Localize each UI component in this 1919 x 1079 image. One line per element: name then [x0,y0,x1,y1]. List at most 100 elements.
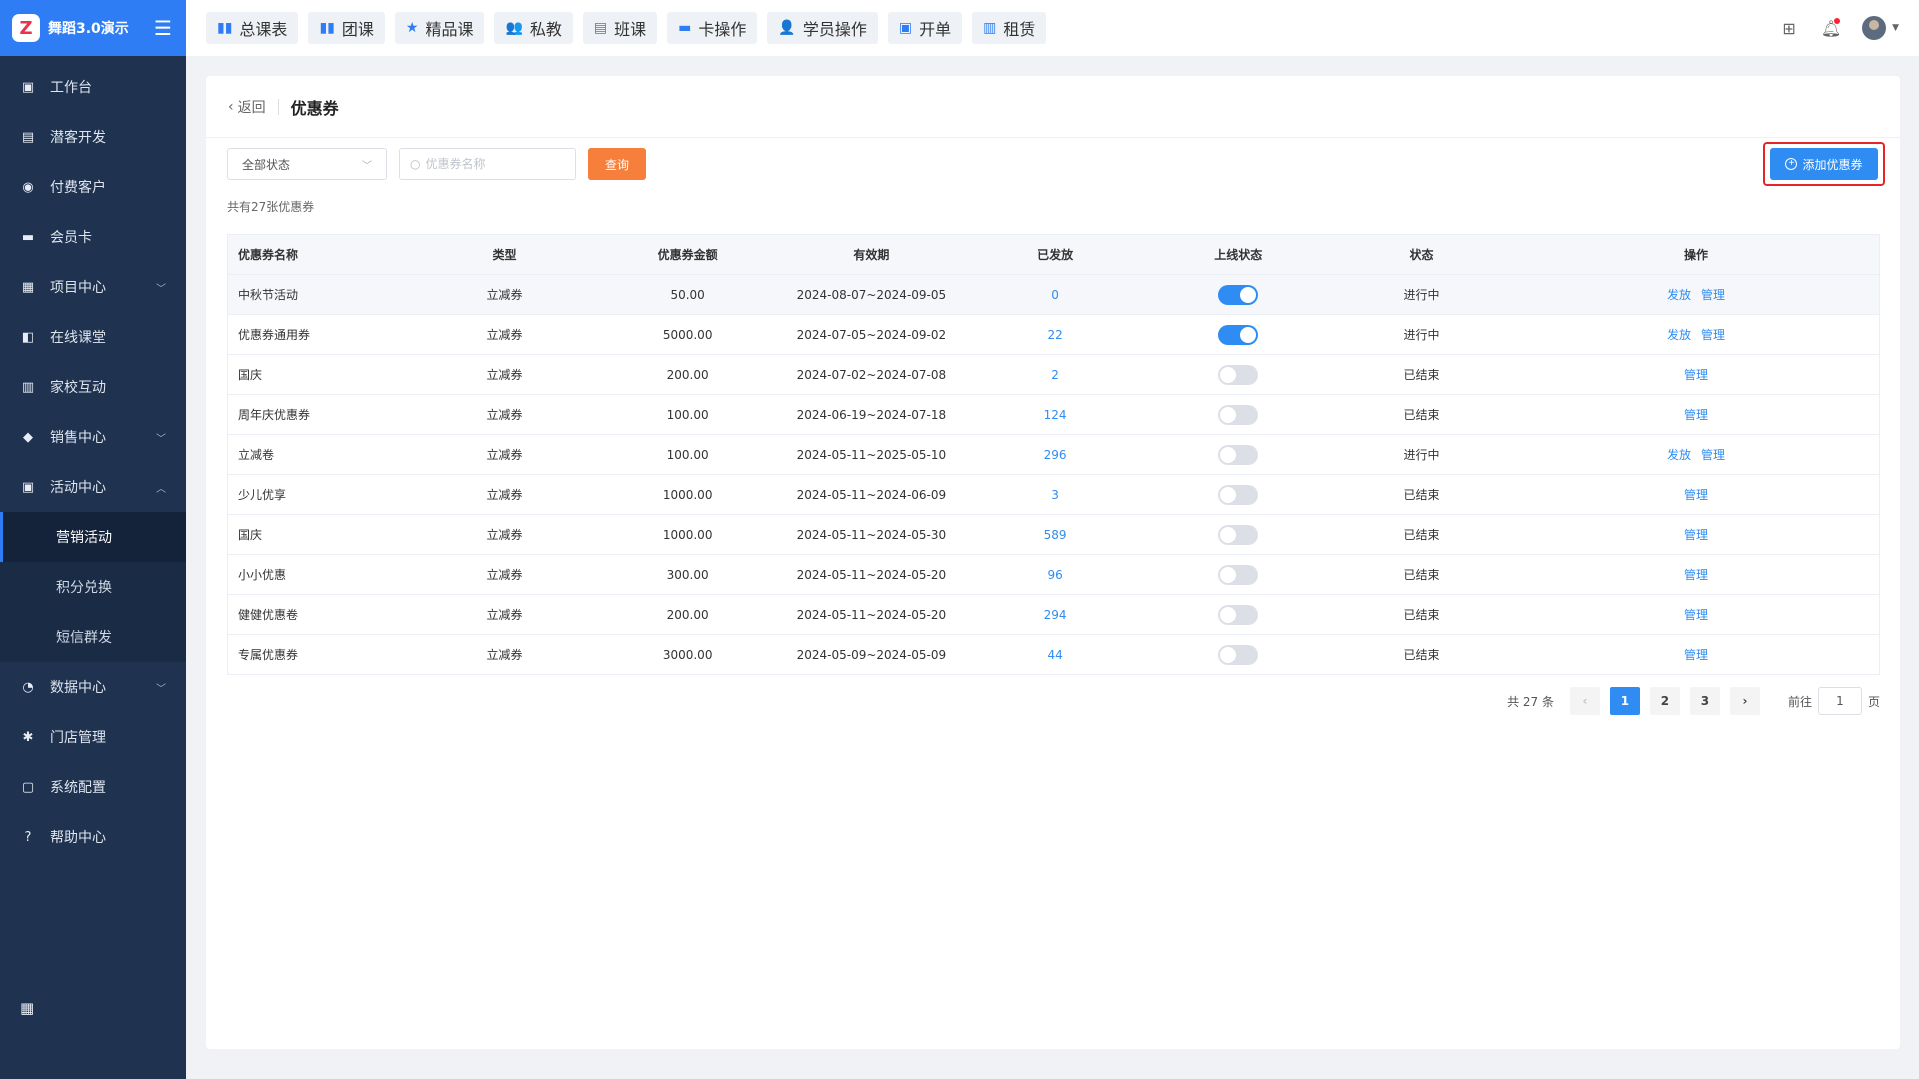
tab-0[interactable]: ▮▮ 总课表 [206,12,299,44]
topbar-actions: ⊞ 🔔︎ ▼ [1758,0,1899,56]
coupon-name-cell: 立减卷 [227,434,413,475]
page-button-1[interactable]: 1 [1609,687,1640,715]
tab-6[interactable]: 👤 学员操作 [767,12,878,44]
ops-cell: 管理 [1513,514,1880,555]
online-toggle[interactable] [1218,564,1259,585]
issue-link[interactable]: 发放 [1667,448,1691,462]
issued-count-link[interactable]: 294 [1044,608,1067,622]
coupon-type-cell: 立减券 [412,474,597,515]
pagination-total: 共 27 条 [1507,694,1554,709]
issue-link[interactable]: 发放 [1667,288,1691,302]
sidebar-subitem-2[interactable]: 短信群发 [0,612,186,662]
issued-cell: 124 [963,394,1147,435]
sidebar-icon: ◧ [21,329,35,345]
bell-icon[interactable]: 🔔︎ [1820,17,1842,39]
issued-count-link[interactable]: 22 [1047,328,1062,342]
app-title: 舞蹈3.0演示 [48,21,129,37]
page-button-2[interactable]: 2 [1649,687,1680,715]
sidebar-icon: ▣ [21,479,35,495]
sidebar-item-5[interactable]: ◧ 在线课堂 [0,312,186,362]
online-toggle[interactable] [1218,524,1259,545]
page-button-3[interactable]: 3 [1689,687,1720,715]
sidebar-item-after-3[interactable]: ? 帮助中心 [0,812,186,862]
query-button[interactable]: 查询 [588,148,646,180]
sidebar-item-3[interactable]: ▬ 会员卡 [0,212,186,262]
issued-count-link[interactable]: 44 [1047,648,1062,662]
status-select[interactable]: 全部状态 ﹀ [227,148,387,180]
sidebar-item-after-0[interactable]: ◔ 数据中心 ﹀ [0,662,186,712]
sidebar-item-4[interactable]: ▦ 项目中心 ﹀ [0,262,186,312]
sidebar-item-6[interactable]: ▥ 家校互动 [0,362,186,412]
issued-count-link[interactable]: 2 [1051,368,1059,382]
tab-8[interactable]: ▥ 租赁 [972,12,1047,44]
sidebar-item-2[interactable]: ◉ 付费客户 [0,162,186,212]
sidebar-subitem-0[interactable]: 营销活动 [0,512,186,562]
ops-cell: 管理 [1513,554,1880,595]
prev-page-button[interactable]: ‹ [1569,687,1600,715]
manage-link[interactable]: 管理 [1684,488,1708,502]
online-toggle[interactable] [1218,644,1259,665]
logo-bar: Z 舞蹈3.0演示 ☰ [0,0,186,56]
search-icon: ○ [410,157,421,171]
issued-count-link[interactable]: 124 [1044,408,1067,422]
tab-5[interactable]: ▬ 卡操作 [667,12,758,44]
status-cell: 进行中 [1329,314,1514,355]
online-toggle[interactable] [1218,604,1259,625]
issued-count-link[interactable]: 589 [1044,528,1067,542]
online-toggle[interactable] [1218,284,1259,305]
sidebar-item-after-2[interactable]: ▢ 系统配置 [0,762,186,812]
sidebar-subitem-1[interactable]: 积分兑换 [0,562,186,612]
apps-grid-icon[interactable]: ▦ [20,999,34,1017]
manage-link[interactable]: 管理 [1701,328,1725,342]
manage-link[interactable]: 管理 [1684,608,1708,622]
online-toggle[interactable] [1218,364,1259,385]
issued-count-link[interactable]: 96 [1047,568,1062,582]
caret-down-icon[interactable]: ▼ [1892,23,1899,33]
column-header: 类型 [412,234,597,275]
avatar[interactable] [1862,16,1887,40]
goto-label: 前往 [1787,694,1812,709]
tab-3[interactable]: 👥 私教 [494,12,573,44]
grid-icon[interactable]: ⊞ [1778,17,1800,39]
manage-link[interactable]: 管理 [1684,368,1708,382]
search-input[interactable] [425,157,566,171]
sidebar-item-7[interactable]: ◆ 销售中心 ﹀ [0,412,186,462]
online-toggle[interactable] [1218,484,1259,505]
coupon-name-cell: 中秋节活动 [227,274,413,315]
goto-page-input[interactable] [1817,687,1862,715]
issue-link[interactable]: 发放 [1667,328,1691,342]
manage-link[interactable]: 管理 [1684,528,1708,542]
online-toggle[interactable] [1218,324,1259,345]
issued-cell: 44 [963,634,1147,675]
coupon-name-cell: 专属优惠券 [227,634,413,675]
menu-toggle-icon[interactable]: ☰ [152,16,174,40]
coupon-name-cell: 少儿优享 [227,474,413,515]
manage-link[interactable]: 管理 [1684,408,1708,422]
issued-count-link[interactable]: 296 [1044,448,1067,462]
back-button[interactable]: ‹ 返回 [228,97,266,117]
sidebar-item-0[interactable]: ▣ 工作台 [0,62,186,112]
online-toggle[interactable] [1218,404,1259,425]
issued-count-link[interactable]: 3 [1051,488,1059,502]
issued-count-link[interactable]: 0 [1051,288,1059,302]
tab-1[interactable]: ▮▮ 团课 [308,12,385,44]
online-cell [1146,434,1330,475]
tab-2[interactable]: ★ 精品课 [394,12,485,44]
online-toggle[interactable] [1218,444,1259,465]
coupon-period-cell: 2024-05-11~2024-05-20 [779,554,964,595]
add-coupon-button[interactable]: + 添加优惠券 [1770,148,1878,180]
manage-link[interactable]: 管理 [1701,288,1725,302]
tab-icon: ▣ [898,20,913,36]
search-box[interactable]: ○ [399,148,576,180]
tab-7[interactable]: ▣ 开单 [887,12,963,44]
sidebar-item-8[interactable]: ▣ 活动中心 ︿ [0,462,186,512]
sidebar-item-1[interactable]: ▤ 潜客开发 [0,112,186,162]
manage-link[interactable]: 管理 [1684,568,1708,582]
sidebar-item-label: 活动中心 [50,480,106,496]
tab-4[interactable]: ▤ 班课 [582,12,658,44]
manage-link[interactable]: 管理 [1701,448,1725,462]
status-cell: 已结束 [1329,394,1514,435]
next-page-button[interactable]: › [1729,687,1760,715]
manage-link[interactable]: 管理 [1684,648,1708,662]
sidebar-item-after-1[interactable]: ✱ 门店管理 [0,712,186,762]
